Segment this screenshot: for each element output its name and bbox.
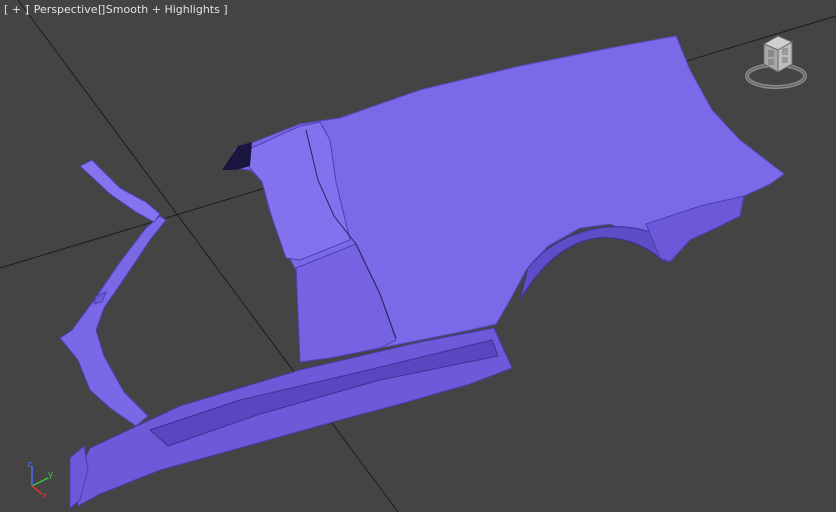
cowl-shadow xyxy=(222,142,252,170)
y-axis-label: y xyxy=(48,470,54,480)
perspective-viewport[interactable]: [ + ] [ Perspective ] [ Smooth + Highlig… xyxy=(0,0,836,512)
x-axis-line xyxy=(31,485,43,495)
car-body-mesh[interactable] xyxy=(59,35,785,510)
viewport-view-label[interactable]: [ Perspective ] xyxy=(26,3,105,17)
viewport-scene[interactable] xyxy=(0,0,836,512)
x-axis-label: x xyxy=(42,491,48,500)
z-axis-label: z xyxy=(27,460,32,470)
a-pillar-strip xyxy=(79,159,161,223)
viewcube-icon[interactable] xyxy=(744,32,808,94)
door-frame[interactable] xyxy=(59,215,167,427)
viewport-shading-label[interactable]: [ Smooth + Highlights ] xyxy=(98,3,228,17)
y-axis-line xyxy=(31,477,49,487)
axis-tripod: z y x xyxy=(27,460,54,500)
